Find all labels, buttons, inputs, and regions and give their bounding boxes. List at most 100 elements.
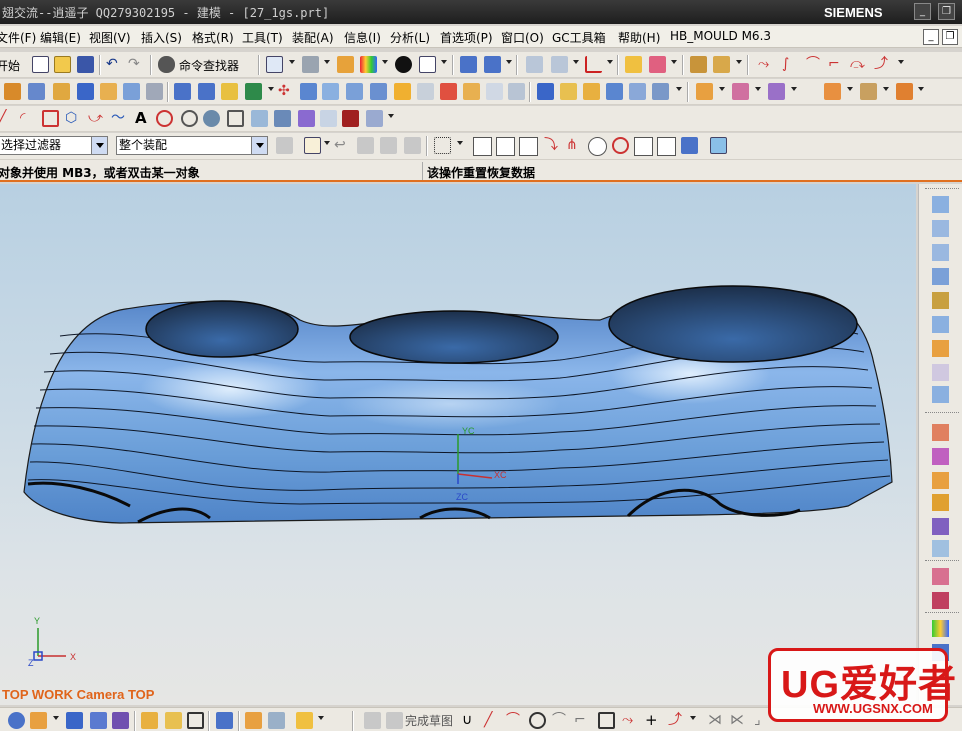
trim-body-icon[interactable] <box>394 83 411 100</box>
reuse-library-icon[interactable] <box>296 712 313 729</box>
view-fit-icon[interactable] <box>30 712 47 729</box>
transform-icon[interactable] <box>484 56 501 73</box>
menu-edit[interactable]: 编辑(E) <box>40 29 81 46</box>
menu-hb-mould[interactable]: HB_MOULD M6.3 <box>670 29 771 43</box>
chevron-down-icon[interactable] <box>573 60 579 64</box>
intersection-snap-icon[interactable]: ⋔ <box>566 137 583 154</box>
sketch-line-icon[interactable]: ╱ <box>484 712 501 729</box>
selection-intent-icon[interactable] <box>304 137 321 154</box>
reflection-analysis-icon[interactable] <box>932 620 949 637</box>
face-blend-icon[interactable] <box>932 540 949 557</box>
pocket-icon[interactable] <box>221 83 238 100</box>
point-on-curve-snap-icon[interactable] <box>657 137 676 156</box>
menu-insert[interactable]: 插入(S) <box>141 29 182 46</box>
minimize-button[interactable]: _ <box>914 3 931 20</box>
work-layer-icon[interactable] <box>165 712 182 729</box>
menu-view[interactable]: 视图(V) <box>89 29 131 46</box>
extract-geometry-icon[interactable] <box>824 83 841 100</box>
arc-circle-icon[interactable]: ◜ <box>20 110 37 127</box>
chevron-down-icon[interactable] <box>268 87 274 91</box>
analysis-tool-icon[interactable] <box>625 56 642 73</box>
n-sided-surface-icon[interactable] <box>629 83 646 100</box>
arc-center-snap-icon[interactable] <box>588 137 607 156</box>
offset-surface-icon[interactable] <box>696 83 713 100</box>
chevron-down-icon[interactable] <box>719 87 725 91</box>
menu-preferences[interactable]: 首选项(P) <box>440 29 493 46</box>
menu-tools[interactable]: 工具(T) <box>242 29 283 46</box>
menu-analysis[interactable]: 分析(L) <box>390 29 430 46</box>
sew-icon[interactable] <box>652 83 669 100</box>
toolbar-grip[interactable] <box>925 612 959 615</box>
menu-file[interactable]: 文件(F) <box>0 29 36 46</box>
revolve-icon[interactable] <box>53 83 70 100</box>
extract-curve-icon[interactable] <box>320 110 337 127</box>
sketch-circle-icon[interactable] <box>529 712 546 729</box>
sketch-point-icon[interactable]: + <box>645 712 662 729</box>
mdi-minimize-button[interactable]: _ <box>923 29 939 45</box>
sketch-spline-icon[interactable]: ⤳ <box>622 712 639 729</box>
sketch-icon[interactable] <box>364 712 381 729</box>
text-icon[interactable]: A <box>135 110 152 127</box>
studio-spline-icon[interactable]: ⤻ <box>88 110 105 127</box>
unite-icon[interactable] <box>440 83 457 100</box>
chevron-down-icon[interactable] <box>676 87 682 91</box>
point-set-icon[interactable] <box>203 110 220 127</box>
sketch-rectangle-icon[interactable] <box>598 712 615 729</box>
restore-button[interactable]: ❐ <box>938 3 955 20</box>
view-pan-icon[interactable] <box>90 712 107 729</box>
chevron-down-icon[interactable] <box>324 60 330 64</box>
view-perspective-icon[interactable] <box>112 712 129 729</box>
reset-filter-icon[interactable] <box>276 137 293 154</box>
arc-icon[interactable]: ⌒ <box>806 56 823 73</box>
sketch-chamfer-icon[interactable]: ⌐ <box>574 712 591 729</box>
control-point-snap-icon[interactable]: ⤵ <box>544 137 561 154</box>
intersect-icon[interactable] <box>486 83 503 100</box>
pad-icon[interactable] <box>245 83 262 100</box>
wrap-curve-icon[interactable] <box>366 110 383 127</box>
chevron-down-icon[interactable] <box>898 60 904 64</box>
layer-settings-icon[interactable] <box>526 56 543 73</box>
move-object-icon[interactable] <box>460 56 477 73</box>
edge-blend-icon[interactable] <box>300 83 317 100</box>
fillet-curve-icon[interactable]: ⌐ <box>828 56 845 73</box>
orient-view-icon[interactable] <box>337 56 354 73</box>
toolbar-grip[interactable] <box>925 560 959 563</box>
match-edge-icon[interactable] <box>932 472 949 489</box>
split-body-icon[interactable] <box>417 83 434 100</box>
finish-sketch-button[interactable]: 完成草图 <box>405 712 453 729</box>
chevron-down-icon[interactable] <box>918 87 924 91</box>
chevron-down-icon[interactable] <box>457 141 463 145</box>
snap-view-icon[interactable] <box>141 712 158 729</box>
history-icon[interactable] <box>268 712 285 729</box>
save-icon[interactable] <box>77 56 94 73</box>
global-shaping-icon[interactable] <box>932 518 949 535</box>
ruled-surface-icon[interactable] <box>932 220 949 237</box>
chevron-down-icon[interactable] <box>671 60 677 64</box>
through-mesh-icon[interactable] <box>560 83 577 100</box>
show-hide-icon[interactable] <box>395 56 412 73</box>
measure-angle-icon[interactable] <box>713 56 730 73</box>
sketch-icon[interactable] <box>4 83 21 100</box>
analysis-display-icon[interactable] <box>932 568 949 585</box>
sphere-icon[interactable] <box>146 83 163 100</box>
redo-icon[interactable]: ↷ <box>128 56 145 73</box>
project-curve-icon[interactable] <box>251 110 268 127</box>
enlarge-icon[interactable] <box>932 494 949 511</box>
view-rotate-icon[interactable] <box>8 712 25 729</box>
sketch-extend-icon[interactable]: ⋉ <box>730 712 747 729</box>
chevron-down-icon[interactable] <box>382 60 388 64</box>
studio-surface-icon[interactable] <box>932 268 949 285</box>
shell-icon[interactable] <box>346 83 363 100</box>
render-style-icon[interactable] <box>302 56 319 73</box>
chevron-down-icon[interactable] <box>324 141 330 145</box>
curve-tool-icon[interactable]: ⤳ <box>758 56 775 73</box>
block-icon[interactable] <box>77 83 94 100</box>
sketch-fillet-icon[interactable]: ⌒ <box>552 712 569 729</box>
trim-curve-icon[interactable]: ⤼ <box>850 56 867 73</box>
line-icon[interactable]: ╱ <box>0 110 15 127</box>
section-curve-icon[interactable] <box>298 110 315 127</box>
subtract-icon[interactable] <box>463 83 480 100</box>
polygon-icon[interactable]: ⬡ <box>65 110 82 127</box>
menu-assemblies[interactable]: 装配(A) <box>292 29 334 46</box>
assembly-navigator-icon[interactable] <box>216 712 233 729</box>
